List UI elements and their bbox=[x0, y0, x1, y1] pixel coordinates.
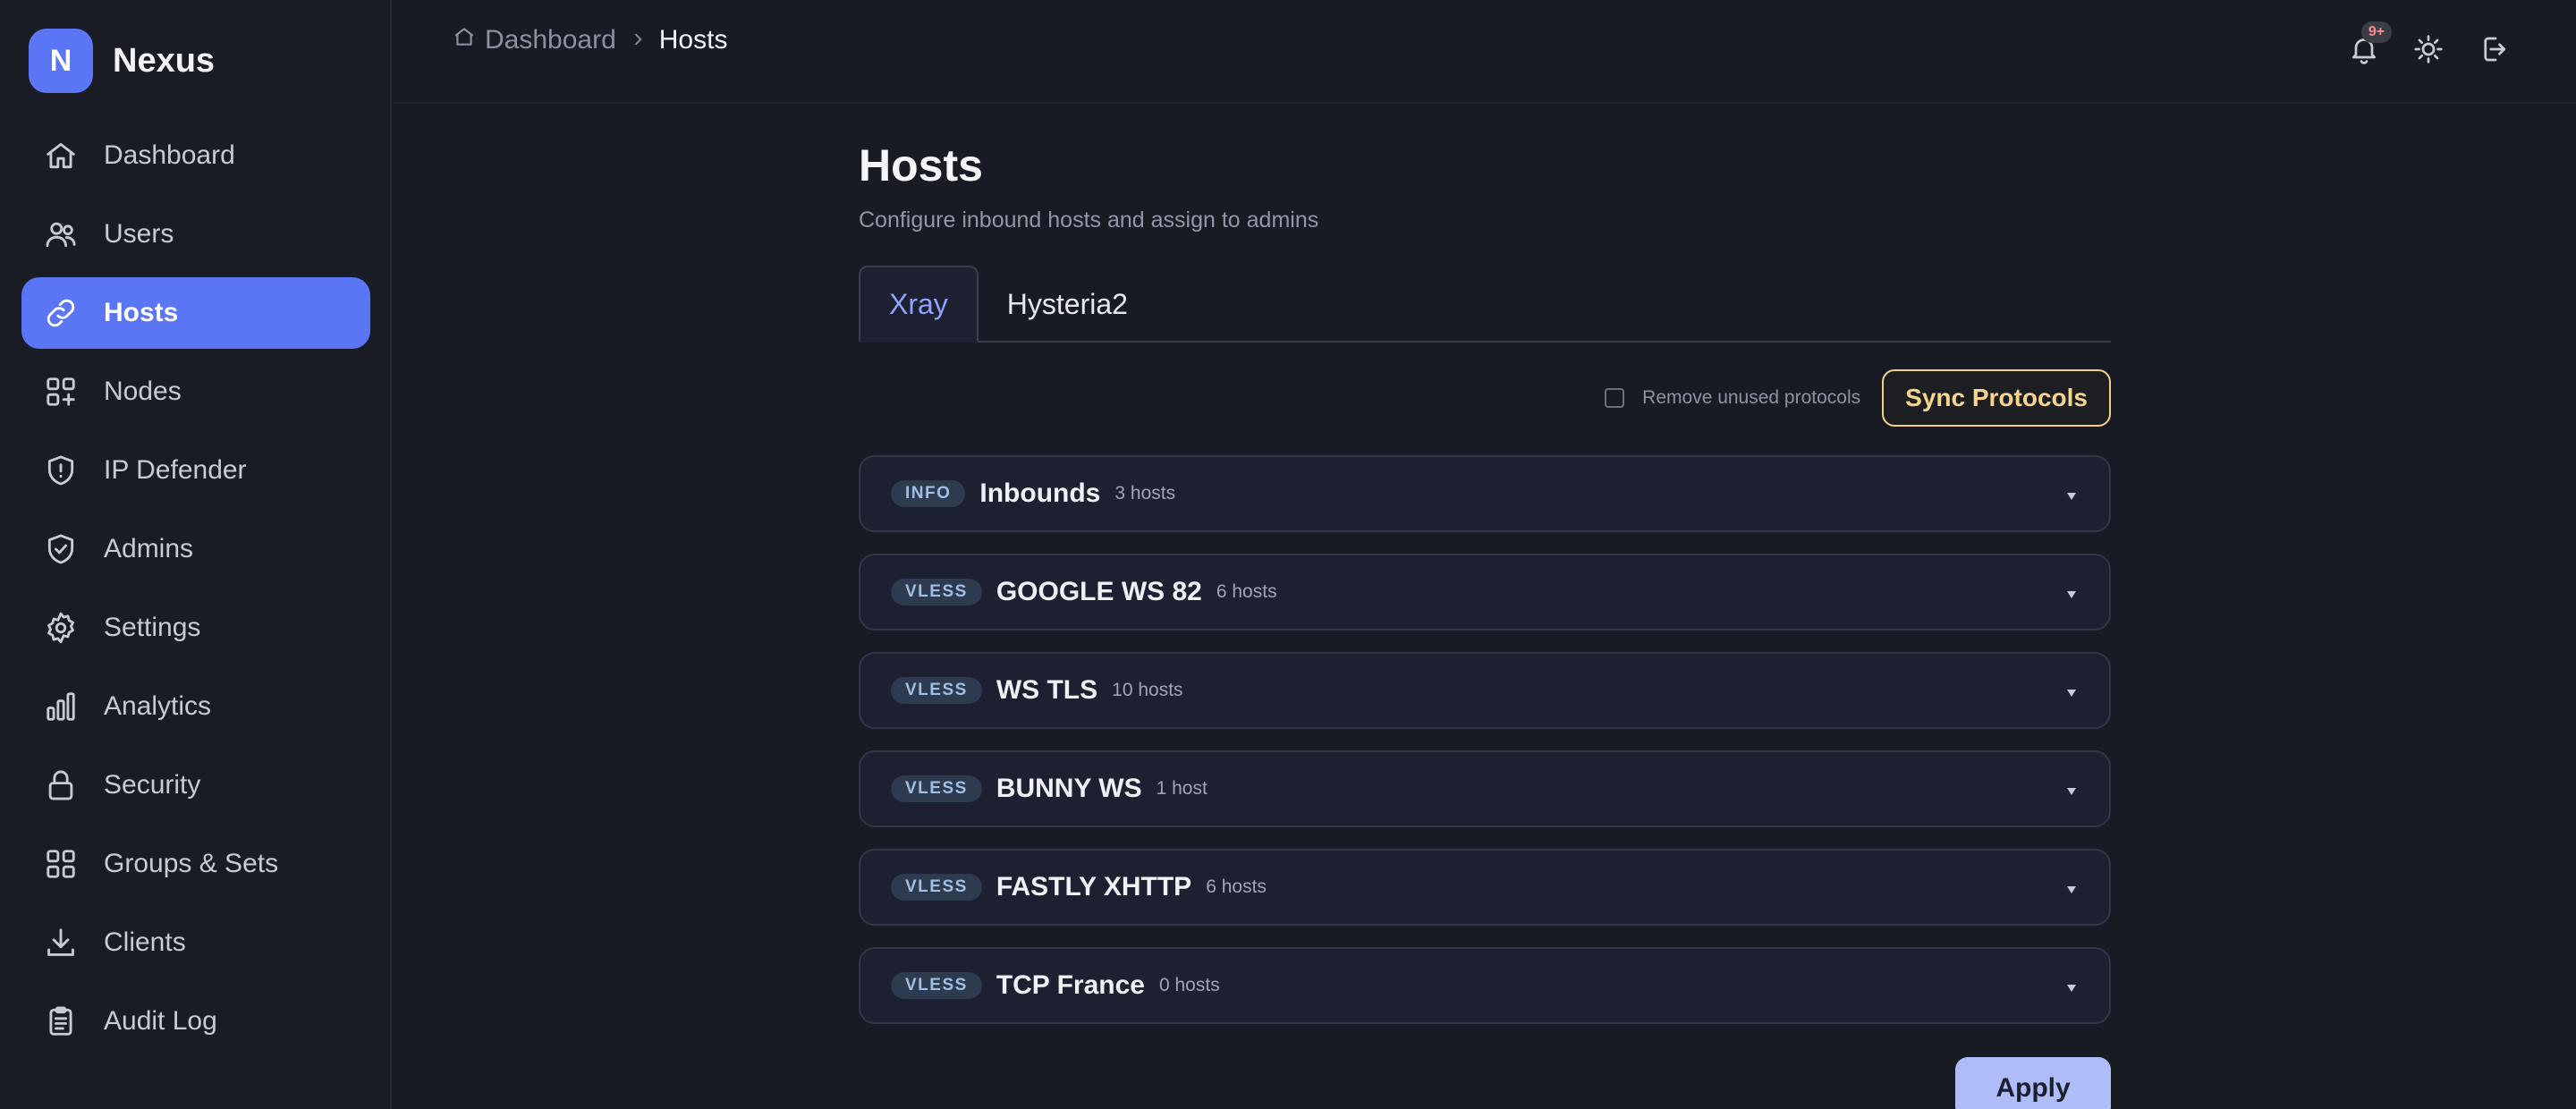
sidebar-item-label: Nodes bbox=[104, 377, 182, 406]
sidebar-item-users[interactable]: Users bbox=[21, 199, 370, 270]
page-subtitle: Configure inbound hosts and assign to ad… bbox=[859, 207, 1319, 233]
app-root: N Nexus Dashboard Users Hosts Nodes IP D… bbox=[0, 0, 2576, 1109]
sidebar-item-label: Security bbox=[104, 770, 201, 800]
host-count: 0 hosts bbox=[1158, 975, 1220, 995]
apply-button[interactable]: Apply bbox=[1955, 1057, 2111, 1109]
sidebar-item-security[interactable]: Security bbox=[21, 749, 370, 821]
sidebar-item-label: Settings bbox=[104, 613, 201, 642]
notifications-button[interactable]: 9+ bbox=[2343, 21, 2392, 72]
bar-chart-icon bbox=[43, 689, 79, 724]
sidebar-item-label: Clients bbox=[104, 927, 186, 957]
brand[interactable]: N Nexus bbox=[29, 29, 215, 93]
inbound-name: FASTLY XHTTP bbox=[996, 872, 1192, 902]
remove-unused-checkbox[interactable] bbox=[1605, 388, 1625, 408]
logout-button[interactable] bbox=[2472, 30, 2513, 72]
sidebar-item-label: Users bbox=[104, 219, 174, 249]
sidebar-item-label: Groups & Sets bbox=[104, 849, 279, 878]
host-count: 6 hosts bbox=[1206, 876, 1267, 897]
gear-icon bbox=[43, 610, 79, 646]
protocol-tag: VLESS bbox=[891, 677, 982, 704]
notification-badge: 9+ bbox=[2361, 21, 2392, 43]
nodes-icon bbox=[43, 374, 79, 410]
inbound-group[interactable]: VLESS BUNNY WS 1 host bbox=[859, 750, 2111, 827]
breadcrumb-dashboard-link[interactable]: Dashboard bbox=[485, 25, 616, 55]
tab-hysteria2[interactable]: Hysteria2 bbox=[979, 266, 1157, 343]
link-icon bbox=[43, 295, 79, 331]
sidebar-item-ip-defender[interactable]: IP Defender bbox=[21, 435, 370, 506]
sync-protocols-button[interactable]: Sync Protocols bbox=[1882, 369, 2111, 427]
shield-check-icon bbox=[43, 531, 79, 567]
caret-down-icon bbox=[2066, 883, 2077, 893]
inbound-group[interactable]: VLESS WS TLS 10 hosts bbox=[859, 652, 2111, 729]
sidebar-item-hosts[interactable]: Hosts bbox=[21, 277, 370, 349]
protocol-tag: VLESS bbox=[891, 775, 982, 802]
tab-xray[interactable]: Xray bbox=[859, 266, 979, 343]
main-content: Hosts Configure inbound hosts and assign… bbox=[859, 140, 2111, 1109]
clipboard-icon bbox=[43, 1003, 79, 1039]
host-count: 1 host bbox=[1156, 778, 1208, 799]
protocol-tag: VLESS bbox=[891, 972, 982, 999]
logout-icon bbox=[2477, 33, 2509, 70]
lock-icon bbox=[43, 767, 79, 803]
sun-icon bbox=[2412, 33, 2445, 70]
download-icon bbox=[43, 925, 79, 961]
sidebar-nav: Dashboard Users Hosts Nodes IP Defender … bbox=[21, 120, 370, 1064]
inbound-name: BUNNY WS bbox=[996, 774, 1142, 803]
caret-down-icon bbox=[2066, 489, 2077, 500]
protocol-tag: VLESS bbox=[891, 874, 982, 901]
breadcrumb-current: Hosts bbox=[658, 25, 728, 55]
inbound-groups: INFO Inbounds 3 hosts VLESS GOOGLE WS 82… bbox=[859, 455, 2111, 1024]
sidebar: N Nexus Dashboard Users Hosts Nodes IP D… bbox=[0, 0, 392, 1109]
inbound-name: TCP France bbox=[996, 970, 1145, 1000]
sidebar-item-label: IP Defender bbox=[104, 455, 247, 485]
brand-logo: N bbox=[29, 29, 93, 93]
host-count: 3 hosts bbox=[1114, 483, 1176, 504]
sidebar-item-audit-log[interactable]: Audit Log bbox=[21, 986, 370, 1057]
theme-toggle-button[interactable] bbox=[2408, 30, 2449, 72]
caret-down-icon bbox=[2066, 981, 2077, 992]
sidebar-item-groups-sets[interactable]: Groups & Sets bbox=[21, 828, 370, 900]
home-icon bbox=[43, 138, 79, 174]
sidebar-item-label: Analytics bbox=[104, 691, 212, 721]
remove-unused-label: Remove unused protocols bbox=[1642, 387, 1861, 408]
home-icon[interactable] bbox=[453, 25, 476, 55]
sidebar-item-label: Admins bbox=[104, 534, 194, 563]
protocol-tabs: Xray Hysteria2 bbox=[859, 266, 2111, 343]
inbound-group[interactable]: VLESS FASTLY XHTTP 6 hosts bbox=[859, 849, 2111, 926]
caret-down-icon bbox=[2066, 784, 2077, 795]
brand-name: Nexus bbox=[113, 41, 216, 80]
sidebar-item-label: Audit Log bbox=[104, 1006, 217, 1036]
page-title: Hosts bbox=[859, 140, 983, 190]
caret-down-icon bbox=[2066, 588, 2077, 598]
sidebar-item-nodes[interactable]: Nodes bbox=[21, 356, 370, 428]
shield-alert-icon bbox=[43, 453, 79, 488]
top-header: Dashboard Hosts 9+ bbox=[394, 0, 2576, 104]
sidebar-item-admins[interactable]: Admins bbox=[21, 513, 370, 585]
sync-row: Remove unused protocols Sync Protocols bbox=[859, 369, 2111, 427]
sidebar-item-dashboard[interactable]: Dashboard bbox=[21, 120, 370, 191]
caret-down-icon bbox=[2066, 686, 2077, 697]
host-count: 10 hosts bbox=[1112, 680, 1183, 700]
protocol-tag: INFO bbox=[891, 480, 966, 507]
inbound-name: WS TLS bbox=[996, 675, 1098, 705]
header-actions: 9+ bbox=[2320, 21, 2513, 72]
protocol-tag: VLESS bbox=[891, 579, 982, 605]
sidebar-item-settings[interactable]: Settings bbox=[21, 592, 370, 664]
grid-icon bbox=[43, 846, 79, 882]
sidebar-item-clients[interactable]: Clients bbox=[21, 907, 370, 978]
inbound-name: Inbounds bbox=[979, 478, 1101, 508]
inbound-group[interactable]: VLESS GOOGLE WS 82 6 hosts bbox=[859, 554, 2111, 631]
users-icon bbox=[43, 216, 79, 252]
inbound-name: GOOGLE WS 82 bbox=[996, 577, 1202, 606]
breadcrumb: Dashboard Hosts bbox=[453, 25, 727, 55]
inbound-group[interactable]: INFO Inbounds 3 hosts bbox=[859, 455, 2111, 532]
sidebar-item-analytics[interactable]: Analytics bbox=[21, 671, 370, 742]
sidebar-item-label: Hosts bbox=[104, 298, 179, 327]
inbound-group[interactable]: VLESS TCP France 0 hosts bbox=[859, 947, 2111, 1024]
host-count: 6 hosts bbox=[1216, 581, 1277, 602]
chevron-right-icon bbox=[616, 25, 659, 55]
sidebar-item-label: Dashboard bbox=[104, 140, 235, 170]
